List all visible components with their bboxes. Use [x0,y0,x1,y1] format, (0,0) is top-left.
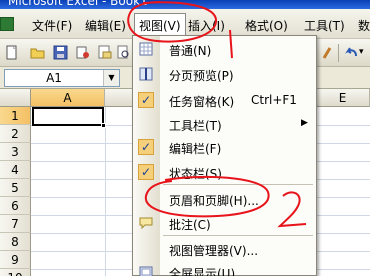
select-all-corner[interactable] [0,89,31,107]
menu-item-label: 工具栏(T) [169,119,222,133]
toolbar-separator [338,44,339,62]
save-icon[interactable] [53,45,68,60]
name-box-dropdown-icon[interactable]: ▼ [103,70,119,86]
undo-icon[interactable] [344,45,359,60]
menu-format[interactable]: 格式(O) [245,17,288,34]
menu-data[interactable]: 数 [358,17,370,34]
excel-sheet-icon[interactable] [0,17,14,31]
menu-edit[interactable]: 编辑(E) [85,17,126,34]
menu-item-label: 分页预览(P) [169,69,234,83]
menu-tools[interactable]: 工具(T) [304,17,345,34]
active-cell-a1[interactable] [32,107,106,128]
email-icon[interactable] [97,45,112,60]
menu-item-normal[interactable]: 普通(N) [133,37,316,61]
row-header-1[interactable]: 1 [0,107,31,125]
menu-separator [163,184,313,185]
menu-item-label: 页眉和页脚(H)... [169,194,259,208]
checkmark-icon: ✓ [138,92,154,108]
menu-item-custom-views[interactable]: 视图管理器(V)... [133,237,316,261]
menu-item-label: 任务窗格(K) [169,95,235,109]
menu-separator [163,235,313,236]
column-header-e[interactable]: E [316,89,370,107]
menu-item-shortcut: Ctrl+F1 [251,93,297,107]
checkmark-icon: ✓ [138,139,154,155]
row-header-6[interactable]: 6 [0,197,31,215]
row-header-2[interactable]: 2 [0,125,31,143]
row-header-4[interactable]: 4 [0,161,31,179]
column-header-a[interactable]: A [31,89,105,107]
menu-item-label: 视图管理器(V)... [169,244,259,258]
gridline [105,107,106,276]
menu-item-task-pane[interactable]: ✓ 任务窗格(K) Ctrl+F1 [133,88,316,112]
name-box-value[interactable]: A1 [5,71,103,85]
menu-item-page-break-preview[interactable]: 分页预览(P) [133,62,316,86]
title-bar: Microsoft Excel - Book1 [0,0,370,9]
column-header-b[interactable] [105,89,135,107]
row-header-10[interactable]: 10 [0,269,31,276]
view-menu-dropdown: 普通(N) 分页预览(P) ✓ 任务窗格(K) Ctrl+F1 工具栏(T) ▶… [132,35,317,276]
row-header-9[interactable]: 9 [0,251,31,269]
menu-item-status-bar[interactable]: ✓ 状态栏(S) [133,160,316,184]
menu-insert[interactable]: 插入(I) [188,17,225,34]
undo-dropdown-icon[interactable]: ▾ [359,45,370,60]
page-break-preview-icon [139,67,153,81]
submenu-arrow-icon: ▶ [301,118,308,128]
menu-item-header-footer[interactable]: 页眉和页脚(H)... [133,187,316,211]
menu-item-label: 普通(N) [169,44,212,58]
row-header-3[interactable]: 3 [0,143,31,161]
open-folder-icon[interactable] [30,45,45,60]
menu-item-full-screen[interactable]: 全屏显示(U) [133,260,316,276]
format-painter-icon[interactable] [320,45,335,60]
name-box[interactable]: A1 ▼ [4,69,120,87]
window-title: Microsoft Excel - Book1 [8,0,148,8]
menu-item-formula-bar[interactable]: ✓ 编辑栏(F) [133,135,316,159]
row-header-8[interactable]: 8 [0,233,31,251]
menu-view[interactable]: 视图(V) [134,13,186,35]
menu-item-label: 全屏显示(U) [169,267,236,276]
full-screen-icon [139,266,153,276]
fill-handle[interactable] [101,123,106,128]
print-preview-icon[interactable] [116,45,131,60]
permission-icon[interactable] [75,45,90,60]
menu-item-comments[interactable]: 批注(C) [133,211,316,235]
row-header-5[interactable]: 5 [0,179,31,197]
new-document-icon[interactable] [4,45,19,60]
row-header-7[interactable]: 7 [0,215,31,233]
menu-item-label: 批注(C) [169,218,211,232]
checkmark-icon: ✓ [138,164,154,180]
menu-file[interactable]: 文件(F) [32,17,72,34]
normal-view-icon [139,42,153,56]
comments-icon [139,217,153,230]
menu-item-label: 编辑栏(F) [169,142,222,156]
menu-item-label: 状态栏(S) [169,167,222,181]
menu-item-toolbars[interactable]: 工具栏(T) ▶ [133,112,316,136]
